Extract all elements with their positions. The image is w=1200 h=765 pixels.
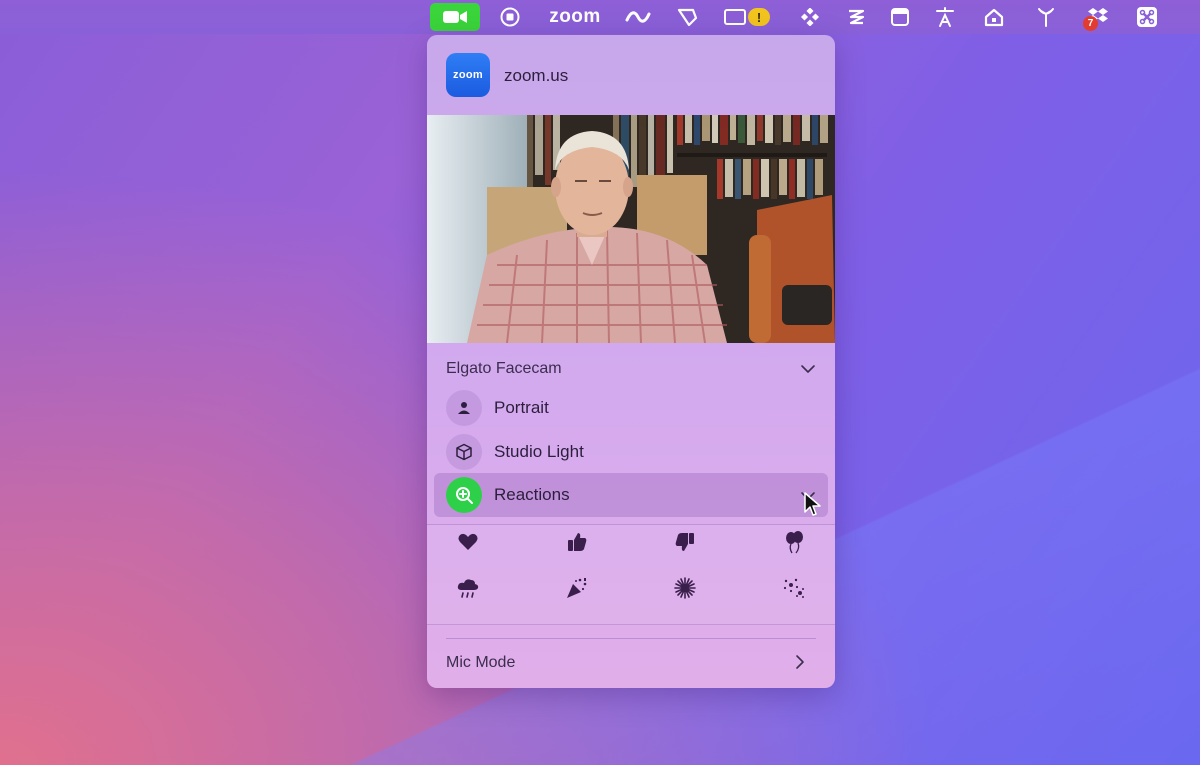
notification-badge: 7 [1083,16,1098,31]
video-menu-panel: zoom zoom.us Elgato Facecam Portrait Stu… [427,35,835,688]
thumbs-up-icon[interactable] [565,530,589,554]
pen-tool-icon[interactable] [673,3,701,31]
antenna-icon[interactable] [1032,3,1060,31]
command-icon[interactable] [1133,3,1161,31]
divider [427,624,835,625]
chevron-right-icon[interactable] [792,654,808,670]
camera-preview-image [427,115,835,343]
rain-cloud-icon[interactable] [456,576,480,600]
translate-icon[interactable] [931,3,959,31]
window-icon[interactable] [886,3,914,31]
zoom-app-icon: zoom [446,53,490,97]
app-name: zoom.us [504,66,569,85]
battery-warning-icon[interactable]: ! [722,3,772,31]
dropbox-grid-icon[interactable] [796,3,824,31]
camera-selector[interactable]: Elgato Facecam [446,357,816,381]
cube-icon [446,434,482,470]
link-icon[interactable] [624,3,652,31]
option-label: Studio Light [494,442,584,461]
reaction-plus-icon [446,477,482,513]
chevron-down-icon[interactable] [800,361,816,377]
portrait-option[interactable]: Portrait [446,390,816,426]
confetti-icon[interactable] [565,576,589,600]
video-icon[interactable] [430,3,480,31]
person-icon [446,390,482,426]
record-icon[interactable] [496,3,524,31]
heart-icon[interactable] [456,530,480,554]
option-label: Portrait [494,398,549,417]
camera-name: Elgato Facecam [446,360,562,377]
mic-mode-row[interactable]: Mic Mode [446,651,816,675]
reactions-option[interactable]: Reactions [446,477,816,513]
reactions-grid [427,525,835,625]
fireworks-icon[interactable] [673,576,697,600]
mic-mode-label: Mic Mode [446,654,516,671]
stack-icon[interactable] [842,3,870,31]
home-icon[interactable] [980,3,1008,31]
studio-light-option[interactable]: Studio Light [446,434,816,470]
divider [446,638,816,639]
camera-preview [427,115,835,343]
option-label: Reactions [494,485,570,504]
panel-header: zoom zoom.us [427,35,835,115]
zoom-wordmark[interactable]: zoom [540,3,610,31]
balloons-icon[interactable] [782,530,806,554]
sparkler-icon[interactable] [782,576,806,600]
thumbs-down-icon[interactable] [673,530,697,554]
menu-bar: zoom ! 7 [0,0,1200,34]
mouse-cursor-icon [804,492,821,516]
